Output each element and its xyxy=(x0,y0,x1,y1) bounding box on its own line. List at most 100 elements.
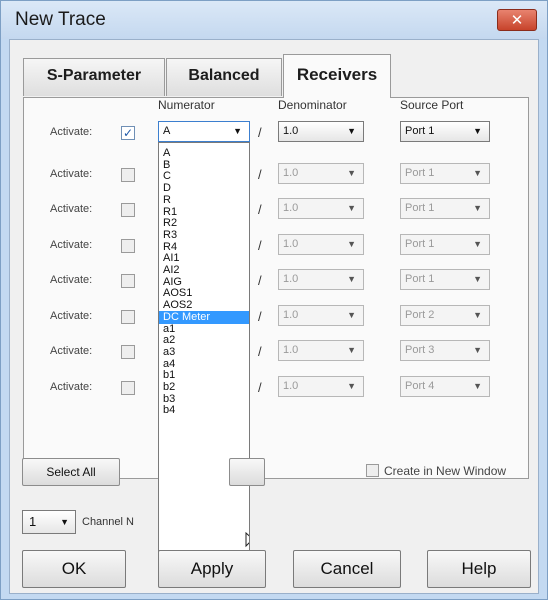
activate-label: Activate: xyxy=(50,168,93,180)
activate-checkbox[interactable] xyxy=(121,168,135,182)
denominator-select[interactable]: 1.0 ▼ xyxy=(278,163,364,184)
source-port-select[interactable]: Port 3 ▼ xyxy=(400,340,490,361)
denominator-value: 1.0 xyxy=(283,167,299,179)
source-port-select[interactable]: Port 1 ▼ xyxy=(400,234,490,255)
chevron-down-icon: ▼ xyxy=(473,239,482,249)
source-port-select[interactable]: Port 1 ▼ xyxy=(400,198,490,219)
mouse-cursor-icon xyxy=(245,532,249,548)
ratio-slash: / xyxy=(258,202,262,217)
activate-label: Activate: xyxy=(50,239,93,251)
new-trace-dialog: New Trace ✕ S-Parameter Balanced Receive… xyxy=(0,0,548,600)
window-title: New Trace xyxy=(15,9,106,30)
activate-checkbox[interactable] xyxy=(121,345,135,359)
source-port-select[interactable]: Port 1 ▼ xyxy=(400,163,490,184)
activate-checkbox[interactable] xyxy=(121,239,135,253)
chevron-down-icon: ▼ xyxy=(347,203,356,213)
denominator-value: 1.0 xyxy=(283,273,299,285)
cancel-button[interactable]: Cancel xyxy=(293,550,401,588)
source-port-value: Port 1 xyxy=(405,167,435,179)
ok-button[interactable]: OK xyxy=(22,550,126,588)
chevron-down-icon: ▼ xyxy=(473,126,482,136)
chevron-down-icon: ▼ xyxy=(347,381,356,391)
numerator-value: A xyxy=(163,125,171,137)
denominator-header: Denominator xyxy=(278,98,347,112)
activate-checkbox[interactable] xyxy=(121,203,135,217)
ratio-slash: / xyxy=(258,238,262,253)
denominator-select[interactable]: 1.0 ▼ xyxy=(278,305,364,326)
chevron-down-icon: ▼ xyxy=(473,203,482,213)
source-port-header: Source Port xyxy=(400,98,464,112)
source-port-select[interactable]: Port 4 ▼ xyxy=(400,376,490,397)
tab-s-parameter[interactable]: S-Parameter xyxy=(23,58,165,96)
chevron-down-icon: ▼ xyxy=(473,381,482,391)
ratio-slash: / xyxy=(258,167,262,182)
activate-label: Activate: xyxy=(50,381,93,393)
chevron-down-icon: ▼ xyxy=(347,126,356,136)
check-icon: ✓ xyxy=(122,126,134,140)
apply-button[interactable]: Apply xyxy=(158,550,266,588)
activate-label: Activate: xyxy=(50,126,93,138)
activate-checkbox[interactable]: ✓ xyxy=(121,126,135,140)
chevron-down-icon: ▼ xyxy=(473,168,482,178)
help-button[interactable]: Help xyxy=(427,550,531,588)
denominator-value: 1.0 xyxy=(283,344,299,356)
ratio-slash: / xyxy=(258,309,262,324)
source-port-select[interactable]: Port 1 ▼ xyxy=(400,269,490,290)
create-in-new-window-label: Create in New Window xyxy=(384,464,507,478)
source-port-value: Port 1 xyxy=(405,125,435,137)
select-all-button[interactable]: Select All xyxy=(22,458,120,486)
numerator-dropdown-list[interactable]: A B C D R R1 R2 R3 R4 AI1 AI2 AIG AOS1 AOS2 DC Meter a1… xyxy=(158,142,250,582)
activate-label: Activate: xyxy=(50,310,93,322)
chevron-down-icon: ▼ xyxy=(347,310,356,320)
denominator-select[interactable]: 1.0 ▼ xyxy=(278,376,364,397)
source-port-value: Port 3 xyxy=(405,344,435,356)
chevron-down-icon: ▼ xyxy=(347,168,356,178)
ratio-slash: / xyxy=(258,273,262,288)
channel-label: Channel N xyxy=(82,516,134,528)
ratio-slash: / xyxy=(258,380,262,395)
activate-checkbox[interactable] xyxy=(121,274,135,288)
source-port-value: Port 4 xyxy=(405,380,435,392)
activate-label: Activate: xyxy=(50,345,93,357)
denominator-value: 1.0 xyxy=(283,238,299,250)
chevron-down-icon: ▼ xyxy=(347,239,356,249)
denominator-value: 1.0 xyxy=(283,125,299,137)
activate-label: Activate: xyxy=(50,203,93,215)
tab-receivers[interactable]: Receivers xyxy=(283,54,391,98)
ratio-slash: / xyxy=(258,344,262,359)
dialog-client: S-Parameter Balanced Receivers Numerator… xyxy=(9,39,539,594)
source-port-select[interactable]: Port 1 ▼ xyxy=(400,121,490,142)
chevron-down-icon: ▼ xyxy=(233,126,242,136)
denominator-value: 1.0 xyxy=(283,202,299,214)
partially-hidden-button[interactable] xyxy=(229,458,265,486)
ratio-slash: / xyxy=(258,125,262,140)
chevron-down-icon: ▼ xyxy=(473,274,482,284)
tab-balanced[interactable]: Balanced xyxy=(166,58,282,96)
chevron-down-icon: ▼ xyxy=(473,310,482,320)
chevron-down-icon: ▼ xyxy=(347,345,356,355)
chevron-down-icon: ▼ xyxy=(473,345,482,355)
channel-select[interactable]: 1 ▼ xyxy=(22,510,76,534)
denominator-select[interactable]: 1.0 ▼ xyxy=(278,269,364,290)
source-port-value: Port 1 xyxy=(405,273,435,285)
denominator-select[interactable]: 1.0 ▼ xyxy=(278,340,364,361)
denominator-value: 1.0 xyxy=(283,380,299,392)
activate-label: Activate: xyxy=(50,274,93,286)
channel-value: 1 xyxy=(29,514,37,529)
title-bar: New Trace ✕ xyxy=(1,1,547,39)
numerator-option[interactable]: b4 xyxy=(159,404,249,417)
denominator-select[interactable]: 1.0 ▼ xyxy=(278,234,364,255)
denominator-select[interactable]: 1.0 ▼ xyxy=(278,198,364,219)
chevron-down-icon: ▼ xyxy=(60,517,69,527)
chevron-down-icon: ▼ xyxy=(347,274,356,284)
source-port-value: Port 2 xyxy=(405,309,435,321)
denominator-value: 1.0 xyxy=(283,309,299,321)
activate-checkbox[interactable] xyxy=(121,310,135,324)
numerator-select-row-1[interactable]: A ▼ xyxy=(158,121,250,142)
create-in-new-window-checkbox[interactable] xyxy=(366,464,379,477)
source-port-select[interactable]: Port 2 ▼ xyxy=(400,305,490,326)
numerator-header: Numerator xyxy=(158,98,215,112)
activate-checkbox[interactable] xyxy=(121,381,135,395)
denominator-select[interactable]: 1.0 ▼ xyxy=(278,121,364,142)
close-button[interactable]: ✕ xyxy=(497,9,537,31)
